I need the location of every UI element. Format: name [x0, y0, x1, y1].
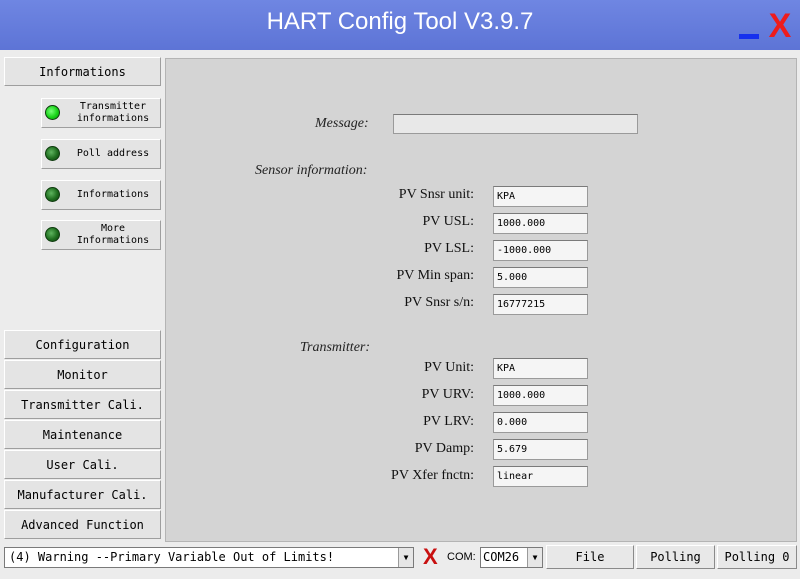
field-label: PV USL:: [422, 214, 474, 229]
nav-monitor[interactable]: Monitor: [4, 360, 161, 389]
field-label: PV Snsr s/n:: [404, 295, 474, 310]
sensor-section-title: Sensor information:: [255, 163, 368, 178]
title-bar: HART Config Tool V3.9.7 X: [0, 0, 800, 50]
sub-item-more-informations[interactable]: More Informations: [41, 220, 161, 250]
minimize-icon[interactable]: [739, 34, 759, 39]
message-label: Message:: [315, 116, 369, 131]
pv-snsr-sn-field[interactable]: 16777215: [493, 294, 588, 315]
status-led-icon: [45, 187, 60, 202]
main-panel: Message: Sensor information: PV Snsr uni…: [165, 58, 797, 542]
nav-informations[interactable]: Informations: [4, 57, 161, 86]
window-title: HART Config Tool V3.9.7: [266, 8, 534, 35]
nav-advanced-function[interactable]: Advanced Function: [4, 510, 161, 539]
nav-user-cali[interactable]: User Cali.: [4, 450, 161, 479]
sub-item-poll-address[interactable]: Poll address: [41, 139, 161, 169]
status-led-icon: [45, 227, 60, 242]
sub-item-label: Transmitter informations: [76, 101, 150, 124]
status-led-icon: [45, 146, 60, 161]
pv-snsr-unit-field[interactable]: KPA: [493, 186, 588, 207]
chevron-down-icon[interactable]: ▼: [527, 548, 542, 567]
warning-text: (4) Warning --Primary Variable Out of Li…: [9, 550, 335, 564]
sub-item-informations[interactable]: Informations: [41, 180, 161, 210]
field-label: PV Unit:: [424, 360, 474, 375]
message-field[interactable]: [393, 114, 638, 134]
sub-item-label: Informations: [76, 189, 150, 200]
pv-min-span-field[interactable]: 5.000: [493, 267, 588, 288]
file-button[interactable]: File: [546, 545, 634, 569]
com-label: COM:: [447, 551, 476, 563]
nav-manufacturer-cali[interactable]: Manufacturer Cali.: [4, 480, 161, 509]
pv-lrv-field[interactable]: 0.000: [493, 412, 588, 433]
nav-transmitter-cali[interactable]: Transmitter Cali.: [4, 390, 161, 419]
field-label: PV Damp:: [414, 441, 474, 456]
field-label: PV Min span:: [396, 268, 474, 283]
pv-usl-field[interactable]: 1000.000: [493, 213, 588, 234]
nav-maintenance[interactable]: Maintenance: [4, 420, 161, 449]
transmitter-section-title: Transmitter:: [300, 340, 371, 355]
close-x-icon[interactable]: X: [766, 6, 794, 46]
pv-damp-field[interactable]: 5.679: [493, 439, 588, 460]
red-x-icon[interactable]: X: [423, 544, 439, 570]
com-port-select[interactable]: COM26 ▼: [480, 547, 543, 568]
field-label: PV Xfer fnctn:: [391, 468, 474, 483]
warning-dropdown[interactable]: (4) Warning --Primary Variable Out of Li…: [4, 547, 414, 568]
pv-xfer-fnctn-field[interactable]: linear: [493, 466, 588, 487]
pv-unit-field[interactable]: KPA: [493, 358, 588, 379]
com-port-value: COM26: [483, 550, 520, 564]
nav-configuration[interactable]: Configuration: [4, 330, 161, 359]
status-bar: (4) Warning --Primary Variable Out of Li…: [0, 544, 800, 579]
status-led-icon: [45, 105, 60, 120]
field-label: PV LSL:: [424, 241, 474, 256]
sub-item-transmitter-informations[interactable]: Transmitter informations: [41, 98, 161, 128]
polling-button[interactable]: Polling: [636, 545, 715, 569]
field-label: PV LRV:: [423, 414, 474, 429]
field-label: PV URV:: [421, 387, 474, 402]
chevron-down-icon[interactable]: ▼: [398, 548, 413, 567]
sub-item-label: Poll address: [76, 148, 150, 159]
field-label: PV Snsr unit:: [398, 187, 474, 202]
pv-urv-field[interactable]: 1000.000: [493, 385, 588, 406]
pv-lsl-field[interactable]: -1000.000: [493, 240, 588, 261]
sub-item-label: More Informations: [76, 223, 150, 246]
sidebar: Informations Transmitter informations Po…: [0, 52, 163, 544]
polling-status: Polling 0: [717, 545, 797, 569]
